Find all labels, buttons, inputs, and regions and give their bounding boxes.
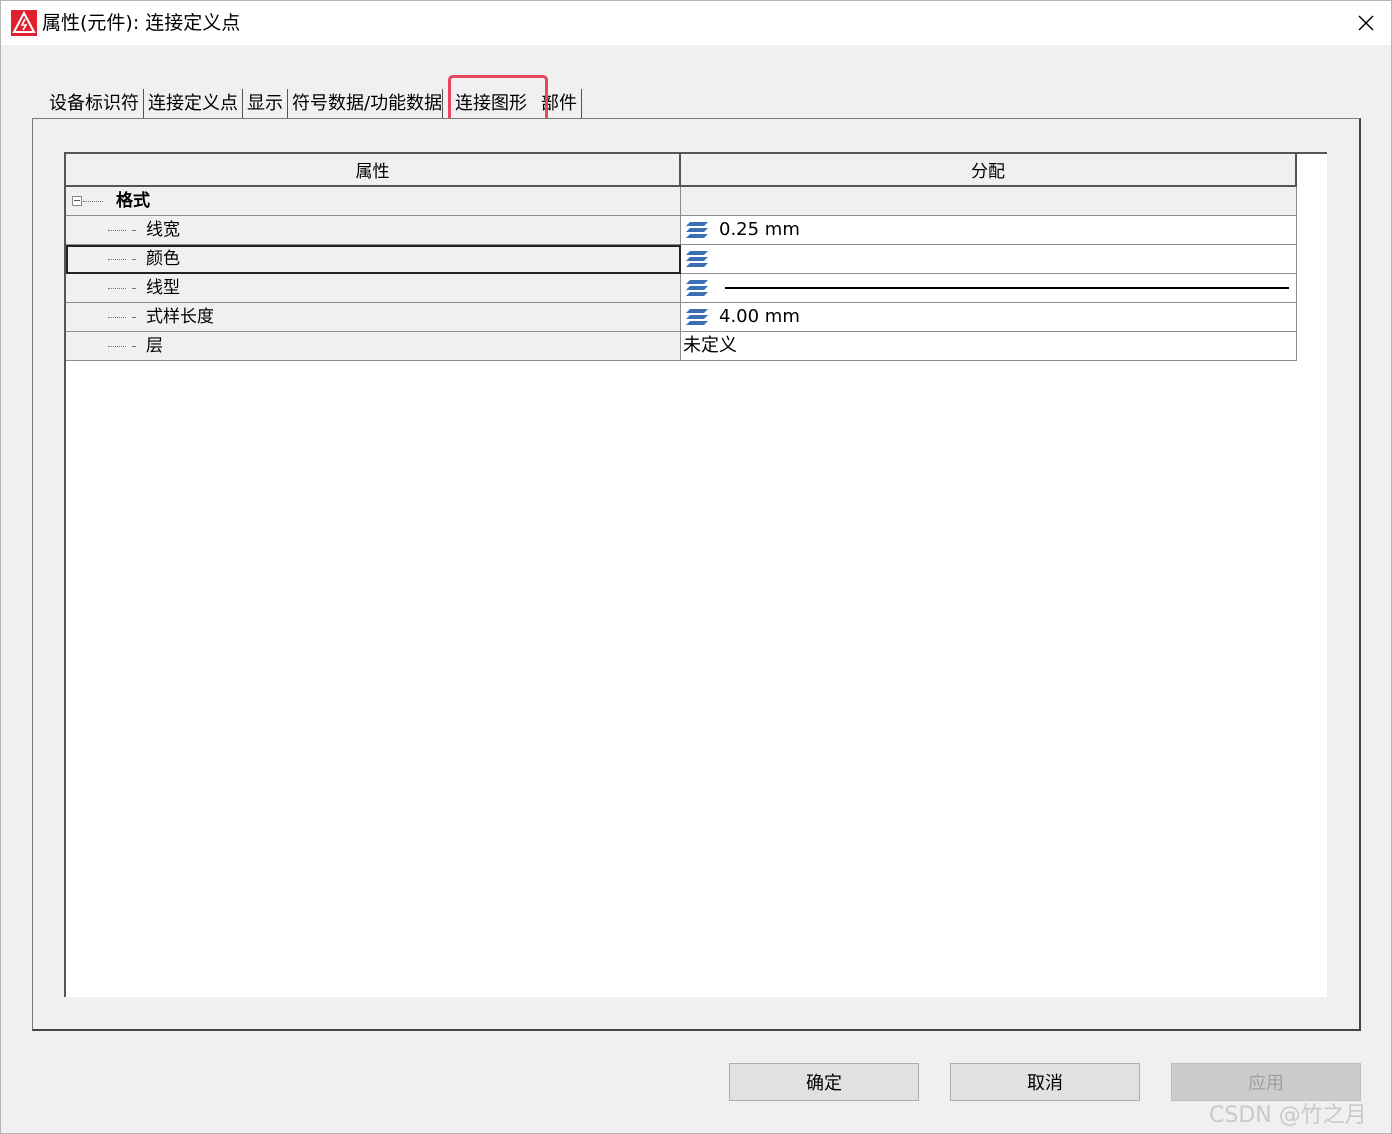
layer-icon[interactable] — [685, 307, 709, 327]
tab-connection-graphics[interactable]: 连接图形 — [443, 89, 537, 119]
layer-icon[interactable] — [685, 249, 709, 269]
property-value: 0.25 mm — [719, 219, 800, 240]
title-bar: 属性(元件): 连接定义点 — [1, 1, 1391, 45]
property-value: 4.00 mm — [719, 306, 800, 327]
layer-icon[interactable] — [685, 278, 709, 298]
property-value: 未定义 — [683, 335, 737, 356]
app-logo-icon — [11, 10, 37, 36]
tab-device-identifier[interactable]: 设备标识符 — [45, 89, 144, 119]
property-name: 式样长度 — [146, 307, 214, 327]
property-name: 格式 — [116, 191, 150, 211]
tab-display[interactable]: 显示 — [243, 89, 288, 119]
watermark: CSDN @竹之月 — [1209, 1103, 1367, 1128]
ok-button[interactable]: 确定 — [729, 1063, 919, 1101]
window-title: 属性(元件): 连接定义点 — [42, 12, 241, 34]
property-name: 线型 — [146, 278, 180, 298]
tab-strip: 设备标识符 连接定义点 显示 符号数据/功能数据 连接图形 部件 — [45, 85, 582, 119]
close-icon — [1358, 15, 1374, 31]
property-row-format[interactable]: 格式 — [66, 187, 1297, 216]
apply-button[interactable]: 应用 — [1171, 1063, 1361, 1101]
tab-parts[interactable]: 部件 — [537, 89, 582, 119]
tab-symbol-function-data[interactable]: 符号数据/功能数据 — [288, 89, 443, 119]
line-type-sample — [725, 287, 1289, 289]
property-grid: 属性 分配 格式 线宽 0.25 mm 颜色 线型 式样长度 4.00 mm 层… — [64, 152, 1327, 997]
property-row-color[interactable]: 颜色 — [66, 245, 1297, 274]
property-row-line-width[interactable]: 线宽 0.25 mm — [66, 216, 1297, 245]
layer-icon[interactable] — [685, 220, 709, 240]
property-row-pattern-length[interactable]: 式样长度 4.00 mm — [66, 303, 1297, 332]
close-button[interactable] — [1341, 1, 1391, 45]
property-name: 线宽 — [146, 220, 180, 240]
property-row-layer[interactable]: 层 未定义 — [66, 332, 1297, 361]
properties-dialog: 属性(元件): 连接定义点 设备标识符 连接定义点 显示 符号数据/功能数据 连… — [0, 0, 1392, 1134]
column-header-property[interactable]: 属性 — [66, 154, 681, 187]
column-header-assignment[interactable]: 分配 — [681, 154, 1297, 187]
grid-header: 属性 分配 — [66, 154, 1297, 187]
cancel-button[interactable]: 取消 — [950, 1063, 1140, 1101]
property-name: 颜色 — [146, 249, 180, 269]
tab-connection-point[interactable]: 连接定义点 — [144, 89, 243, 119]
property-name: 层 — [146, 336, 163, 356]
property-row-line-type[interactable]: 线型 — [66, 274, 1297, 303]
collapse-icon[interactable] — [72, 196, 82, 206]
